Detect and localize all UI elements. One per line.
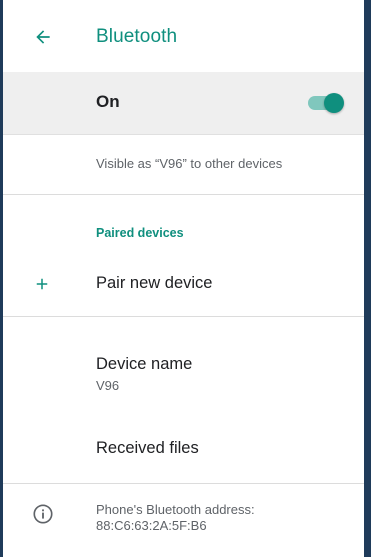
device-name-title: Device name	[96, 355, 193, 373]
bluetooth-switch[interactable]	[308, 93, 344, 113]
bluetooth-toggle-label: On	[96, 92, 120, 111]
received-files-label: Received files	[96, 439, 199, 457]
info-icon	[33, 504, 53, 524]
divider	[3, 194, 364, 195]
pair-new-device-row[interactable]: Pair new device	[3, 258, 364, 314]
arrow-back-icon[interactable]	[33, 27, 53, 47]
bluetooth-address-value: 88:C6:63:2A:5F:B6	[96, 518, 207, 533]
device-name-value: V96	[96, 378, 120, 393]
bluetooth-toggle-row[interactable]: On	[3, 72, 364, 135]
switch-thumb	[324, 93, 344, 113]
plus-icon	[36, 278, 48, 290]
received-files-row[interactable]: Received files	[3, 425, 364, 475]
page-title: Bluetooth	[96, 26, 178, 47]
device-name-row[interactable]: Device name V96	[3, 345, 364, 401]
divider	[3, 316, 364, 317]
pair-new-device-label: Pair new device	[96, 274, 213, 292]
bluetooth-address-text: Phone's Bluetooth address: 88:C6:63:2A:5F…	[96, 502, 255, 534]
visibility-text: Visible as “V96” to other devices	[96, 156, 283, 171]
bluetooth-address-label: Phone's Bluetooth address:	[96, 502, 255, 517]
app-bar: Bluetooth	[3, 0, 364, 73]
paired-devices-header: Paired devices	[96, 226, 184, 240]
bluetooth-settings-screen: Bluetooth On Visible as “V96” to other d…	[0, 0, 366, 557]
bluetooth-address-row: Phone's Bluetooth address: 88:C6:63:2A:5F…	[3, 484, 364, 557]
